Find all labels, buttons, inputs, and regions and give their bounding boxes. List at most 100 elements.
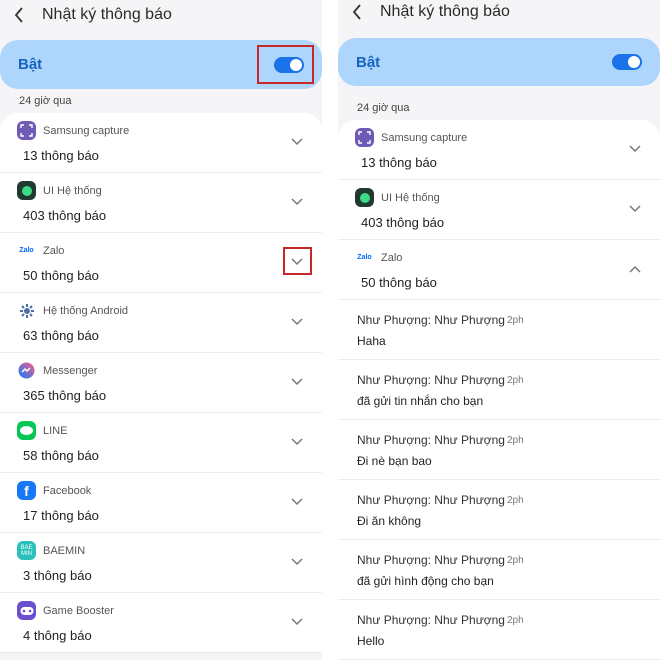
app-row[interactable]: Messenger 365 thông báo	[0, 353, 322, 413]
notification-item[interactable]: Như Phượng: Như Phượng 2ph đã gửi hình độn…	[338, 540, 660, 600]
message-text: Đi nè bạn bao	[357, 454, 432, 468]
baemin-icon: BAE MIN	[17, 541, 36, 560]
notification-item[interactable]: Như Phượng: Như Phượng 2ph đã gửi tin nhắn…	[338, 360, 660, 420]
notification-count: 365 thông báo	[23, 388, 107, 403]
notification-count: 403 thông báo	[23, 208, 107, 223]
app-name: Hệ thống Android	[43, 304, 129, 317]
header: Nhật ký thông báo	[0, 0, 322, 30]
header: Nhật ký thông báo	[338, 0, 660, 24]
notification-count: 63 thông báo	[23, 328, 99, 343]
app-name: Messenger	[43, 364, 98, 377]
app-name: Samsung capture	[381, 131, 468, 144]
app-row[interactable]: Zalo Zalo 50 thông báo	[0, 233, 322, 293]
message-text: đã gửi tin nhắn cho bạn	[357, 394, 484, 408]
chevron-down-icon[interactable]	[628, 204, 642, 214]
app-header: Messenger	[17, 361, 97, 380]
sender-name: Như Phượng: Như Phượng	[357, 493, 505, 507]
timestamp: 2ph	[507, 495, 524, 506]
notification-count: 13 thông báo	[361, 155, 437, 170]
chevron-down-icon[interactable]	[290, 317, 304, 327]
timestamp: 2ph	[507, 315, 524, 326]
sender-name: Như Phượng: Như Phượng	[357, 613, 505, 627]
chevron-down-icon[interactable]	[290, 557, 304, 567]
system-ui-icon	[17, 181, 36, 200]
system-ui-icon	[355, 188, 374, 207]
notification-count: 403 thông báo	[361, 215, 445, 230]
app-row[interactable]: UI Hệ thống 403 thông báo	[0, 173, 322, 233]
app-row[interactable]: Samsung capture 13 thông báo	[338, 120, 660, 180]
app-list: Samsung capture 13 thông báo UI Hệ thống 40…	[338, 120, 660, 660]
app-row[interactable]: f Facebook 17 thông báo	[0, 473, 322, 533]
master-toggle-row[interactable]: Bật	[338, 38, 660, 86]
app-row[interactable]: UI Hệ thống 403 thông báo	[338, 180, 660, 240]
app-name: LINE	[43, 424, 68, 437]
app-header: f Facebook	[17, 481, 91, 500]
message-text: Đi ăn không	[357, 514, 422, 528]
line-icon	[17, 421, 36, 440]
app-row[interactable]: BAE MIN BAEMIN 3 thông báo	[0, 533, 322, 593]
app-header: Zalo Zalo	[355, 248, 402, 267]
sender-name: Như Phượng: Như Phượng	[357, 373, 505, 387]
page-title: Nhật ký thông báo	[42, 6, 172, 23]
app-header: BAE MIN BAEMIN	[17, 541, 85, 560]
highlight-box-zalo-chevron	[283, 247, 312, 275]
app-header: Samsung capture	[355, 128, 467, 147]
notification-item[interactable]: Như Phượng: Như Phượng 2ph Hello	[338, 600, 660, 660]
notification-item[interactable]: Như Phượng: Như Phượng 2ph Đi ăn không	[338, 480, 660, 540]
android-system-icon	[17, 301, 36, 320]
right-screen: Nhật ký thông báo Bật 24 giờ qua Samsung…	[338, 0, 660, 660]
notification-count: 4 thông báo	[23, 628, 92, 643]
toggle-switch[interactable]	[612, 54, 642, 70]
app-name: UI Hệ thống	[43, 184, 102, 197]
toggle-label: Bật	[356, 53, 381, 71]
app-row[interactable]: Game Booster 4 thông báo	[0, 593, 322, 653]
message-text: đã gửi hình động cho bạn	[357, 574, 494, 588]
app-name: Zalo	[43, 244, 65, 257]
sender-name: Như Phượng: Như Phượng	[357, 313, 505, 327]
timestamp: 2ph	[507, 615, 524, 626]
sender-name: Như Phượng: Như Phượng	[357, 553, 505, 567]
timestamp: 2ph	[507, 375, 524, 386]
back-arrow-icon[interactable]	[352, 2, 366, 22]
highlight-box-toggle	[257, 45, 314, 84]
app-row[interactable]: Hệ thống Android 63 thông báo	[0, 293, 322, 353]
chevron-down-icon[interactable]	[290, 197, 304, 207]
app-list: Samsung capture 13 thông báo UI Hệ thống 40…	[0, 113, 322, 653]
app-row[interactable]: LINE 58 thông báo	[0, 413, 322, 473]
back-arrow-icon[interactable]	[14, 5, 28, 25]
app-header: Game Booster	[17, 601, 114, 620]
app-row[interactable]: Zalo Zalo 50 thông báo	[338, 240, 660, 300]
timestamp: 2ph	[507, 435, 524, 446]
notification-count: 13 thông báo	[23, 148, 99, 163]
chevron-down-icon[interactable]	[290, 497, 304, 507]
notification-item[interactable]: Như Phượng: Như Phượng 2ph Đi nè bạn bao	[338, 420, 660, 480]
samsung-capture-icon	[355, 128, 374, 147]
notification-count: 3 thông báo	[23, 568, 92, 583]
app-row[interactable]: Samsung capture 13 thông báo	[0, 113, 322, 173]
notification-item[interactable]: Như Phượng: Như Phượng 2ph Haha	[338, 300, 660, 360]
app-name: Zalo	[381, 251, 403, 264]
chevron-down-icon[interactable]	[290, 617, 304, 627]
chevron-down-icon[interactable]	[628, 144, 642, 154]
facebook-icon: f	[17, 481, 36, 500]
chevron-up-icon[interactable]	[628, 264, 642, 274]
app-name: UI Hệ thống	[381, 191, 440, 204]
message-text: Haha	[357, 334, 386, 348]
app-header: Zalo Zalo	[17, 241, 64, 260]
section-label: 24 giờ qua	[357, 102, 410, 114]
app-header: LINE	[17, 421, 67, 440]
chevron-down-icon[interactable]	[290, 137, 304, 147]
app-header: Hệ thống Android	[17, 301, 128, 320]
notification-count: 50 thông báo	[361, 275, 437, 290]
chevron-down-icon[interactable]	[290, 437, 304, 447]
timestamp: 2ph	[507, 555, 524, 566]
message-text: Hello	[357, 634, 385, 648]
section-label: 24 giờ qua	[19, 95, 72, 107]
notification-count: 50 thông báo	[23, 268, 99, 283]
app-name: Game Booster	[43, 604, 114, 617]
app-name: Facebook	[43, 484, 92, 497]
app-header: UI Hệ thống	[17, 181, 102, 200]
switch-knob	[628, 56, 640, 68]
messenger-icon	[17, 361, 36, 380]
chevron-down-icon[interactable]	[290, 377, 304, 387]
